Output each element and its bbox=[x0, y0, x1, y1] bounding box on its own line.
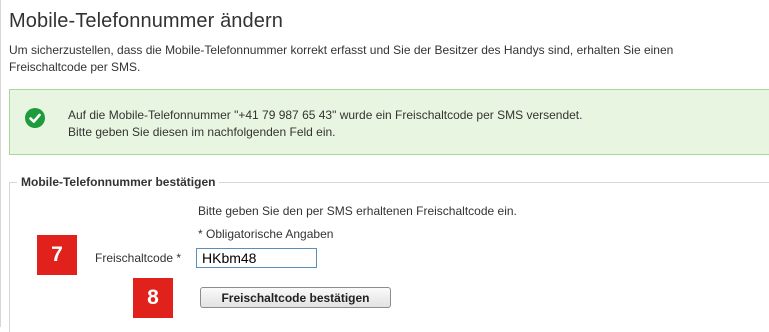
checkmark-circle-icon bbox=[25, 108, 45, 128]
code-input[interactable] bbox=[196, 248, 317, 268]
fieldset-legend: Mobile-Telefonnummer bestätigen bbox=[17, 175, 220, 189]
success-message-line-2: Bitte geben Sie diesen im nachfolgenden … bbox=[68, 125, 336, 139]
success-message-text: Auf die Mobile-Telefonnummer "+41 79 987… bbox=[68, 107, 582, 141]
confirm-code-button[interactable]: Freischaltcode bestätigen bbox=[200, 287, 391, 308]
page-title: Mobile-Telefonnummer ändern bbox=[9, 10, 283, 32]
success-message-box: Auf die Mobile-Telefonnummer "+41 79 987… bbox=[9, 89, 769, 155]
page: Mobile-Telefonnummer ändern Um sicherzus… bbox=[0, 0, 769, 332]
success-message-line-1: Auf die Mobile-Telefonnummer "+41 79 987… bbox=[68, 108, 583, 122]
intro-text: Um sicherzustellen, dass die Mobile-Tele… bbox=[9, 43, 674, 74]
step-7-badge: 7 bbox=[37, 235, 77, 275]
required-fields-note: * Obligatorische Angaben bbox=[198, 227, 334, 241]
step-8-badge: 8 bbox=[133, 278, 173, 318]
code-field-label: Freischaltcode * bbox=[95, 251, 182, 265]
sms-code-hint: Bitte geben Sie den per SMS erhaltenen F… bbox=[198, 204, 517, 218]
